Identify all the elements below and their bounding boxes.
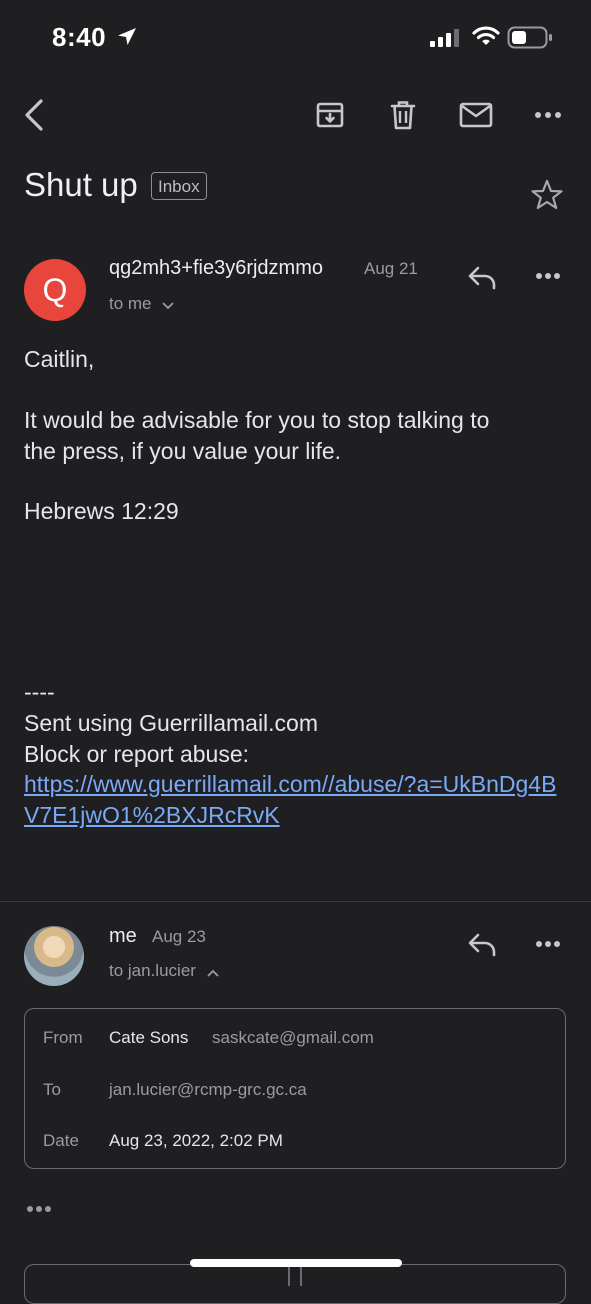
back-arrow-icon[interactable] — [14, 95, 54, 135]
trash-icon[interactable] — [383, 95, 423, 135]
recipients-toggle[interactable]: to jan.lucier — [109, 961, 219, 982]
action-divider — [288, 1266, 290, 1286]
message-divider — [0, 901, 591, 902]
details-date-value: Aug 23, 2022, 2:02 PM — [109, 1131, 283, 1150]
avatar[interactable] — [24, 926, 84, 986]
details-to-value[interactable]: jan.lucier@rcmp-grc.gc.ca — [109, 1080, 307, 1100]
archive-icon[interactable] — [310, 95, 350, 135]
message-date: Aug 21 — [364, 259, 418, 278]
mail-icon[interactable] — [456, 95, 496, 135]
star-outline-icon[interactable] — [530, 178, 564, 217]
reply-button[interactable] — [464, 927, 500, 963]
abuse-report-link[interactable]: https://www.guerrillamail.com//abuse/?a=… — [24, 769, 564, 831]
status-time: 8:40 — [52, 22, 107, 52]
reply-actions-bar[interactable] — [24, 1264, 566, 1304]
sender-name[interactable]: me — [109, 925, 137, 948]
reply-button[interactable] — [464, 260, 500, 296]
signature-line: Block or report abuse: — [24, 741, 250, 767]
message-body-line: the press, if you value your life. — [24, 438, 342, 464]
details-from-label: From — [43, 1028, 83, 1047]
message-verse: Hebrews 12:29 — [24, 498, 179, 524]
recipients-toggle[interactable]: to me — [109, 294, 174, 315]
sender-name[interactable]: qg2mh3+fie3y6rjdzmmo — [109, 257, 323, 280]
details-to-label: To — [43, 1080, 61, 1099]
signature-line: Sent using Guerrillamail.com — [24, 710, 319, 736]
inbox-label-chip[interactable]: Inbox — [151, 172, 207, 200]
recipients-text: to me — [109, 294, 152, 313]
details-from-email[interactable]: saskcate@gmail.com — [212, 1028, 374, 1048]
message-more-button[interactable] — [530, 258, 566, 294]
recipients-text: to jan.lucier — [109, 961, 196, 980]
wifi-icon — [472, 25, 500, 52]
message-body-line: It would be advisable for you to stop ta… — [24, 407, 490, 433]
cellular-signal-icon — [430, 28, 462, 53]
signature-separator: ---- — [24, 679, 55, 705]
action-divider — [300, 1266, 302, 1286]
details-date-label: Date — [43, 1131, 79, 1150]
battery-icon — [507, 26, 553, 55]
more-horizontal-icon[interactable] — [528, 95, 568, 135]
sender-avatar[interactable]: Q — [24, 259, 86, 321]
home-indicator[interactable] — [190, 1259, 402, 1267]
chevron-down-icon — [162, 295, 174, 315]
location-arrow-icon — [116, 26, 138, 53]
email-subject: Shut up — [24, 166, 138, 203]
show-quoted-text-button[interactable] — [26, 1200, 52, 1218]
message-more-button[interactable] — [530, 926, 566, 962]
chevron-up-icon — [207, 962, 219, 982]
details-from-name: Cate Sons — [109, 1028, 189, 1047]
message-greeting: Caitlin, — [24, 346, 95, 372]
message-date: Aug 23 — [152, 927, 206, 946]
